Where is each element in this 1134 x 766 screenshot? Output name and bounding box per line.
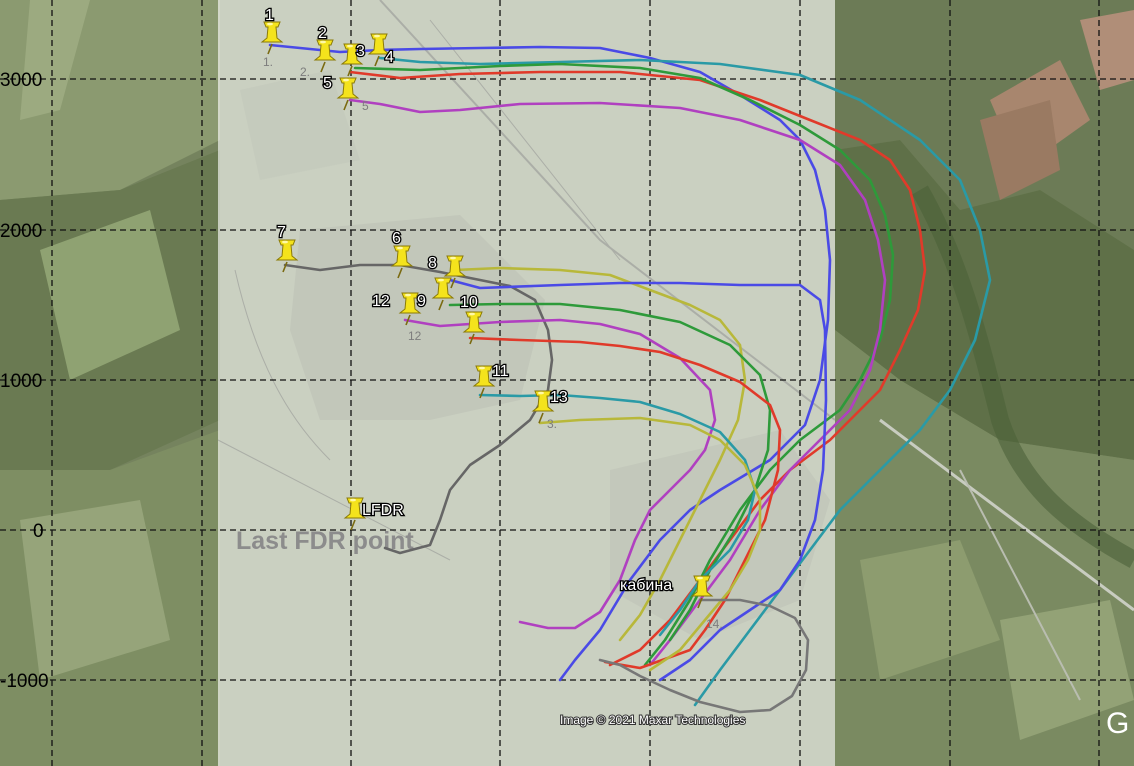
ghost-label-12: 12 xyxy=(408,329,422,343)
marker-label: 11 xyxy=(492,363,509,380)
marker-label: 10 xyxy=(460,294,478,311)
marker-label: 1 xyxy=(265,7,274,24)
ghost-label-2: 2. xyxy=(300,65,310,79)
marker-label: 2 xyxy=(318,25,327,42)
last-fdr-annotation: Last FDR point xyxy=(236,527,414,555)
marker-label: кабина xyxy=(620,577,672,594)
marker-label: 4 xyxy=(385,49,394,66)
marker-label: 7 xyxy=(277,224,286,241)
marker-label: 3 xyxy=(356,43,365,60)
marker-label: 5 xyxy=(323,75,332,92)
y-label-1000: 1000 xyxy=(0,371,42,392)
ghost-label-5: 5 xyxy=(362,99,369,113)
marker-label: LFDR xyxy=(362,502,404,519)
marker-label: 12 xyxy=(372,293,390,310)
ghost-label-14: 14. xyxy=(706,617,723,631)
ghost-label-1: 1. xyxy=(263,55,273,69)
marker-label: 9 xyxy=(417,293,426,310)
marker-label: 6 xyxy=(392,230,401,247)
marker-label: 13 xyxy=(550,389,568,406)
map-view[interactable]: 3000 2000 1000 0 -1000 Last FDR point 1.… xyxy=(0,0,1134,766)
provider-logo: G xyxy=(1106,707,1129,740)
y-label-3000: 3000 xyxy=(0,70,42,91)
y-label-minus-1000: -1000 xyxy=(0,671,49,692)
imagery-credit: Image © 2021 Maxar Technologies xyxy=(560,713,745,727)
y-label-0: 0 xyxy=(33,521,44,542)
y-label-2000: 2000 xyxy=(0,221,42,242)
marker-label: 8 xyxy=(428,255,437,272)
ghost-label-13: 3. xyxy=(547,417,557,431)
